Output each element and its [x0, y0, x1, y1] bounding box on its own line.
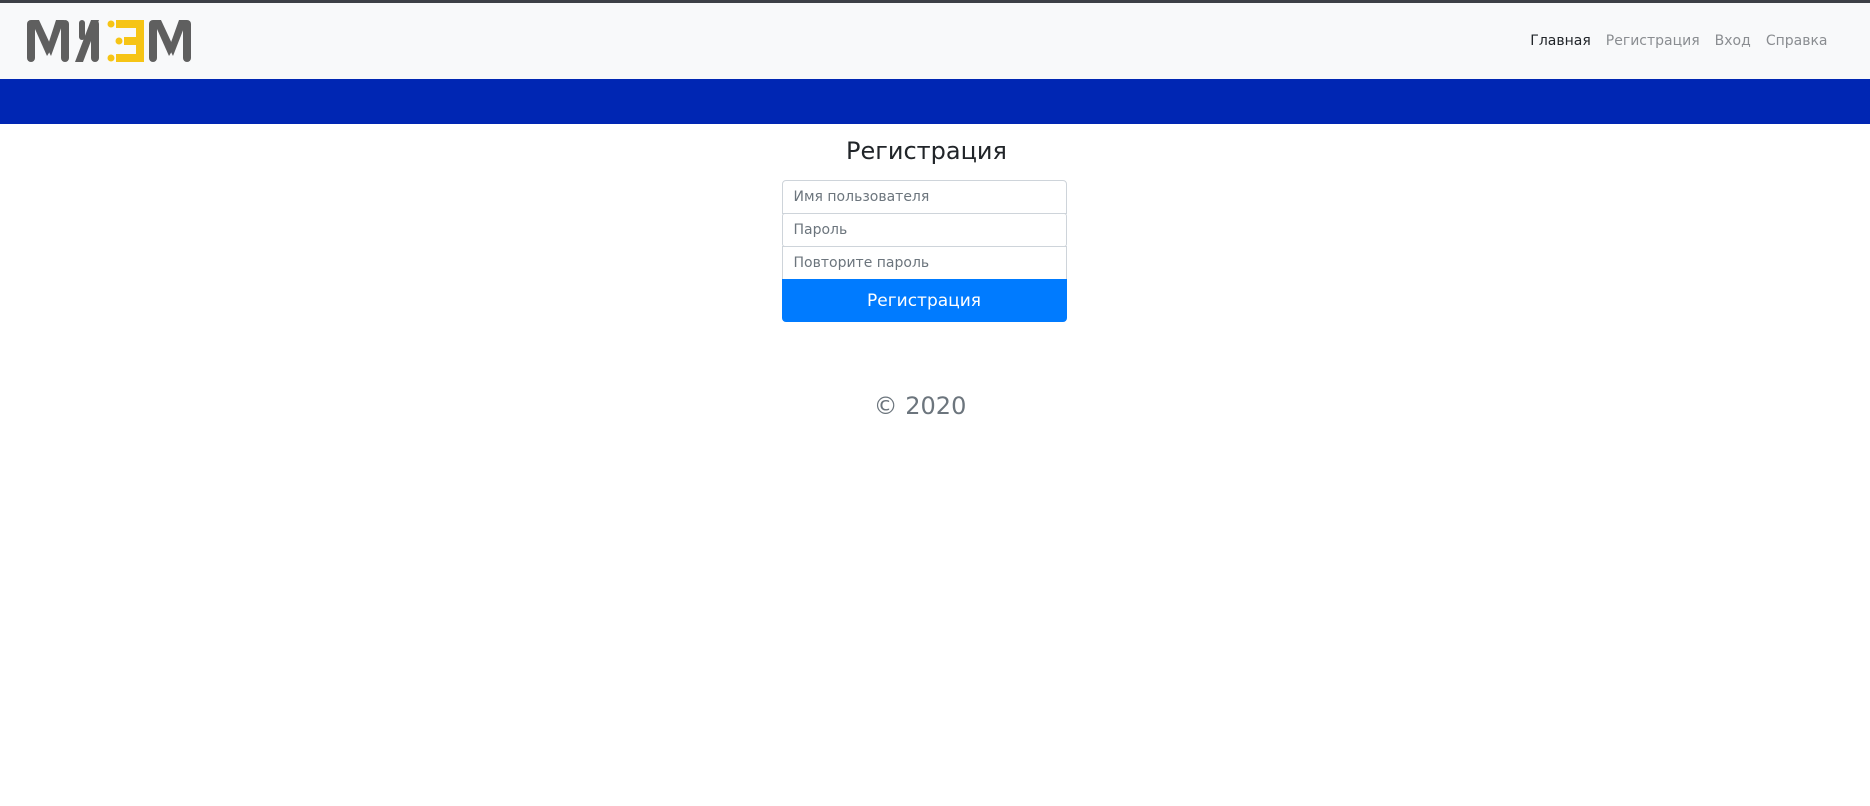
register-button[interactable]: Регистрация: [781, 279, 1067, 322]
header-band: [0, 79, 1870, 124]
miem-logo-icon: [27, 20, 191, 62]
main-content: Регистрация Регистрация © 2020: [0, 124, 1870, 420]
username-input[interactable]: [781, 180, 1067, 214]
nav-link-help[interactable]: Справка: [1758, 33, 1835, 49]
brand-logo[interactable]: [27, 16, 205, 66]
password-input[interactable]: [781, 213, 1067, 247]
form-title: Регистрация: [846, 137, 1007, 165]
nav-link-login[interactable]: Вход: [1707, 33, 1758, 49]
nav-menu: Главная Регистрация Вход Справка: [1523, 33, 1843, 49]
footer-copyright: © 2020: [873, 392, 967, 420]
registration-form: Регистрация: [781, 180, 1067, 322]
nav-link-register[interactable]: Регистрация: [1598, 33, 1707, 49]
repeat-password-input[interactable]: [781, 246, 1067, 280]
navbar: Главная Регистрация Вход Справка: [0, 3, 1870, 79]
nav-link-home[interactable]: Главная: [1523, 33, 1598, 49]
